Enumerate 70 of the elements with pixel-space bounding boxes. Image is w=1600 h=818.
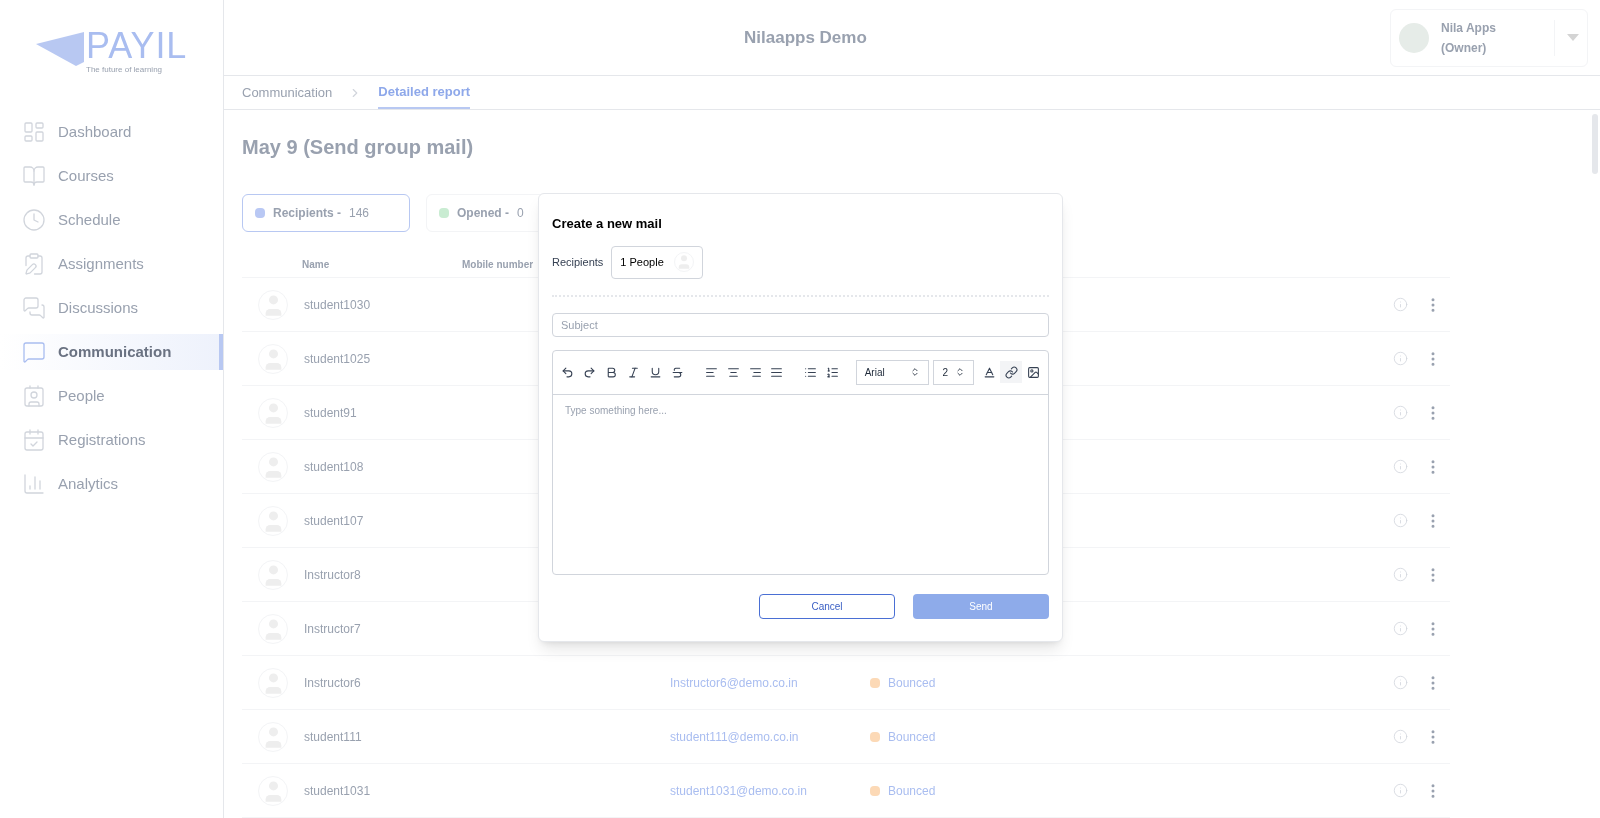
table-cell: Instructor6: [304, 675, 361, 690]
info-icon[interactable]: [1393, 567, 1408, 582]
caret-icon: [1567, 34, 1579, 41]
table-cell: student91: [304, 405, 357, 420]
column-header: Mobile number: [462, 258, 534, 272]
size-select[interactable]: 2: [933, 359, 975, 385]
info-icon[interactable]: [1393, 783, 1408, 798]
message-icon: [22, 340, 46, 364]
user-role: (Owner): [1441, 39, 1488, 57]
status-text: Bounced: [888, 782, 936, 800]
user-menu[interactable]: Nila Apps (Owner): [1390, 8, 1588, 67]
info-icon[interactable]: [1393, 729, 1408, 744]
status-text: Bounced: [888, 674, 936, 692]
email-link[interactable]: Instructor6@demo.co.in: [670, 675, 798, 690]
subject-field[interactable]: Subject: [552, 312, 1049, 337]
stat-card[interactable]: Recipients - 146: [242, 194, 410, 232]
page-title: May 9 (Send group mail): [242, 135, 475, 160]
sidebar-item[interactable]: Dashboard: [0, 114, 223, 150]
font-select[interactable]: Arial: [855, 359, 930, 385]
scrollbar[interactable]: [1592, 114, 1598, 174]
table-cell: student1030: [304, 297, 371, 312]
logo-tagline: The future of learning: [86, 64, 164, 76]
app-title: Nilaapps Demo: [744, 26, 867, 49]
sidebar-item[interactable]: Schedule: [0, 202, 223, 238]
up-down-arrows-icon: [955, 367, 966, 377]
sidebar-item[interactable]: Analytics: [0, 466, 223, 502]
recipients-picker[interactable]: 1 People: [611, 245, 704, 279]
up-down-arrows-icon: [910, 367, 921, 377]
info-icon[interactable]: [1393, 459, 1408, 474]
calendar-icon: [22, 428, 46, 452]
status-text: Bounced: [888, 728, 936, 746]
user-name: Nila Apps: [1441, 19, 1496, 37]
table-cell: student111: [304, 729, 362, 744]
clipboard-icon: [22, 252, 46, 276]
logo-text: PAYIL: [86, 28, 188, 64]
sidebar-item[interactable]: Registrations: [0, 422, 223, 458]
table-cell: student1025: [304, 351, 371, 366]
bar-chart-icon: [22, 472, 46, 496]
email-link[interactable]: student1031@demo.co.in: [670, 783, 807, 798]
email-link[interactable]: student111@demo.co.in: [670, 729, 799, 744]
avatar-icon: [1399, 22, 1429, 53]
table-cell: student1031: [304, 783, 371, 798]
sidebar-item[interactable]: Discussions: [0, 290, 223, 326]
send-button[interactable]: Send: [913, 593, 1049, 619]
info-icon[interactable]: [1393, 405, 1408, 420]
info-icon[interactable]: [1393, 621, 1408, 636]
editor[interactable]: Arial 2 Type something here...: [552, 349, 1049, 575]
column-header: Name: [302, 258, 331, 272]
info-icon[interactable]: [1393, 351, 1408, 366]
sidebar-item[interactable]: Courses: [0, 158, 223, 194]
recipients-label: Recipients: [552, 254, 604, 270]
book-icon: [22, 164, 46, 188]
dashboard-icon: [22, 120, 46, 144]
table-cell: student107: [304, 513, 364, 528]
info-icon[interactable]: [1393, 297, 1408, 312]
info-icon[interactable]: [1393, 513, 1408, 528]
breadcrumb-link[interactable]: Detailed report: [378, 76, 471, 109]
message-body-field[interactable]: Type something here...: [553, 394, 1048, 574]
table-cell: student108: [304, 459, 364, 474]
link-icon[interactable]: [1000, 361, 1023, 383]
clock-icon: [22, 208, 46, 232]
breadcrumb-link[interactable]: Communication: [242, 76, 333, 109]
sidebar-item[interactable]: People: [0, 378, 223, 414]
chat-bubbles-icon: [22, 296, 46, 320]
info-icon[interactable]: [1393, 675, 1408, 690]
table-cell: Instructor8: [304, 567, 361, 582]
sidebar-item[interactable]: Assignments: [0, 246, 223, 282]
cancel-button[interactable]: Cancel: [759, 593, 895, 619]
table-cell: Instructor7: [304, 621, 361, 636]
contact-book-icon: [22, 384, 46, 408]
